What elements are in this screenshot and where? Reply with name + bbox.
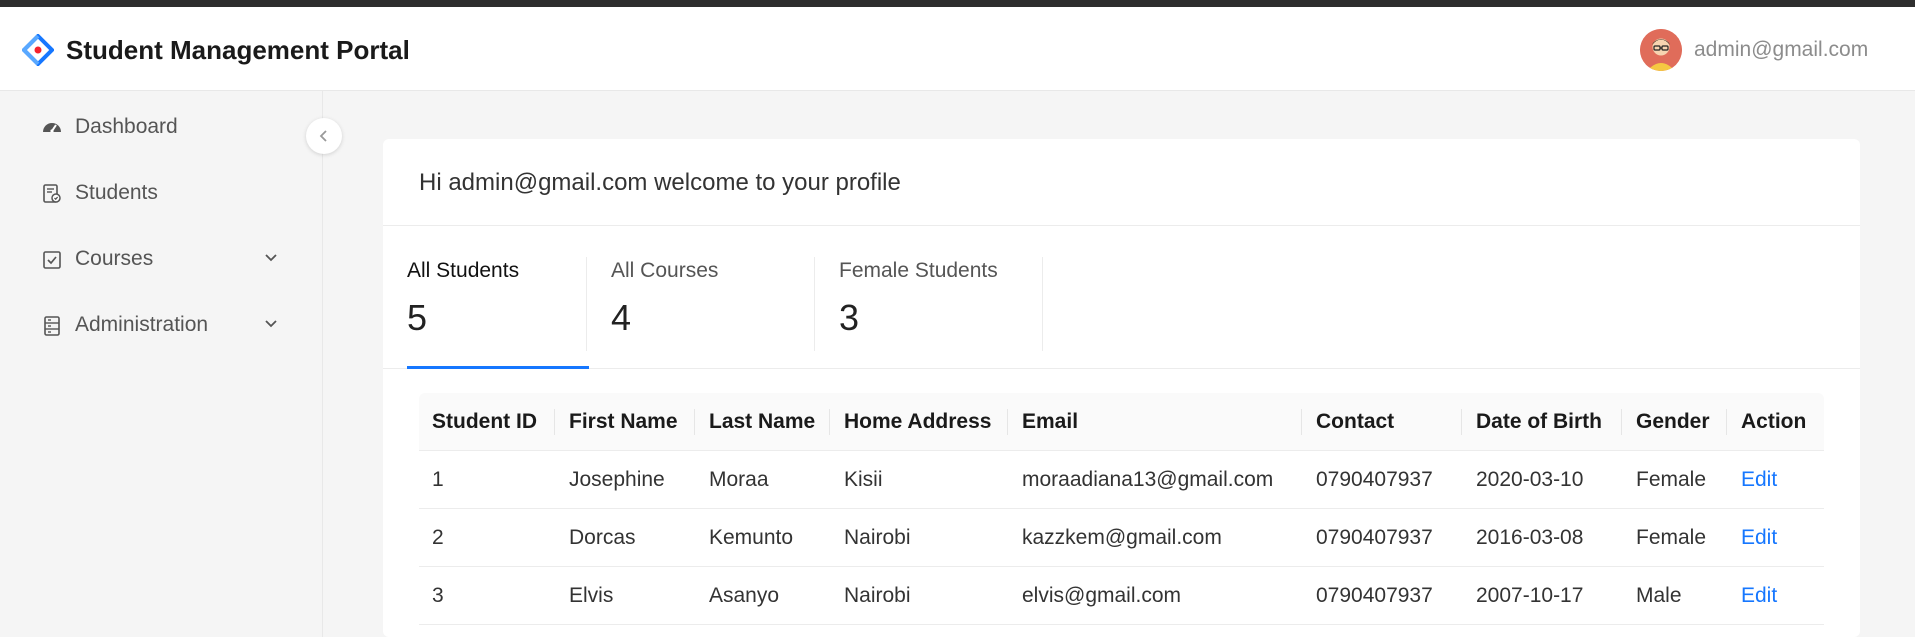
sidebar-item-administration[interactable]: Administration <box>0 299 323 351</box>
cell-gender: Female <box>1636 526 1707 549</box>
students-icon <box>43 184 61 203</box>
table-header: Student ID First Name Last Name Home Add… <box>419 393 1824 451</box>
stat-value: 4 <box>611 297 632 338</box>
table-row: 3 Elvis Asanyo Nairobi elvis@gmail.com 0… <box>419 567 1824 625</box>
column-header: Action <box>1741 410 1807 433</box>
column-header: Contact <box>1316 410 1395 433</box>
cell-first-name: Dorcas <box>569 526 636 549</box>
cell-gender: Female <box>1636 468 1707 491</box>
divider <box>383 225 1860 226</box>
sidebar-item-label: Administration <box>75 313 209 336</box>
cell-student-id: 3 <box>432 584 444 607</box>
table-row: 2 Dorcas Kemunto Nairobi kazzkem@gmail.c… <box>419 509 1824 567</box>
chevron-left-icon <box>319 130 327 142</box>
cell-contact: 0790407937 <box>1316 468 1433 491</box>
column-separator <box>829 409 830 435</box>
column-separator <box>694 409 695 435</box>
tab-all-students[interactable]: All Students 5 <box>383 257 587 373</box>
stat-value: 3 <box>839 297 860 338</box>
active-tab-indicator <box>407 366 589 369</box>
edit-link[interactable]: Edit <box>1728 509 1777 567</box>
sidebar-collapse-button[interactable] <box>306 118 342 154</box>
sidebar: Dashboard Students Courses Administratio… <box>0 91 323 637</box>
column-separator <box>1621 409 1622 435</box>
column-separator <box>1726 409 1727 435</box>
edit-link[interactable]: Edit <box>1728 567 1777 625</box>
column-header: Gender <box>1636 410 1710 433</box>
chevron-down-icon[interactable] <box>262 315 280 333</box>
table-row: 1 Josephine Moraa Kisii moraadiana13@gma… <box>419 451 1824 509</box>
profile-card: Hi admin@gmail.com welcome to your profi… <box>383 139 1860 637</box>
column-separator <box>554 409 555 435</box>
app-header: Student Management Portal admin@gmail.co… <box>0 7 1915 91</box>
stat-label: All Courses <box>611 259 719 282</box>
cell-first-name: Elvis <box>569 584 614 607</box>
courses-icon <box>43 251 61 269</box>
divider <box>1042 257 1043 351</box>
column-header: Student ID <box>432 410 537 433</box>
column-separator <box>1007 409 1008 435</box>
sidebar-item-dashboard[interactable]: Dashboard <box>0 101 323 153</box>
avatar-icon <box>1640 29 1682 71</box>
sidebar-item-label: Courses <box>75 247 154 270</box>
cell-email: kazzkem@gmail.com <box>1022 526 1222 549</box>
divider <box>383 368 1860 369</box>
stat-label: All Students <box>407 259 520 282</box>
sidebar-item-courses[interactable]: Courses <box>0 233 323 285</box>
administration-icon <box>44 316 60 336</box>
cell-student-id: 2 <box>432 526 444 549</box>
user-email[interactable]: admin@gmail.com <box>1694 36 1868 64</box>
edit-link[interactable]: Edit <box>1728 451 1777 509</box>
column-header: Home Address <box>844 410 992 433</box>
window-top-border <box>0 0 1915 7</box>
cell-email: moraadiana13@gmail.com <box>1022 468 1274 491</box>
cell-home-address: Kisii <box>844 468 883 491</box>
sidebar-item-students[interactable]: Students <box>0 167 323 219</box>
sidebar-item-label: Students <box>75 181 158 204</box>
welcome-message: Hi admin@gmail.com welcome to your profi… <box>419 169 901 196</box>
avatar[interactable] <box>1640 29 1682 71</box>
cell-first-name: Josephine <box>569 468 665 491</box>
cell-last-name: Asanyo <box>709 584 780 607</box>
cell-email: elvis@gmail.com <box>1022 584 1182 607</box>
column-separator <box>1301 409 1302 435</box>
cell-date-of-birth: 2020-03-10 <box>1476 468 1584 491</box>
cell-contact: 0790407937 <box>1316 526 1433 549</box>
cell-home-address: Nairobi <box>844 526 911 549</box>
cell-date-of-birth: 2007-10-17 <box>1476 584 1584 607</box>
cell-student-id: 1 <box>432 468 444 491</box>
column-header: Email <box>1022 410 1079 433</box>
column-separator <box>1461 409 1462 435</box>
column-header: Date of Birth <box>1476 410 1602 433</box>
tab-all-courses[interactable]: All Courses 4 <box>587 257 815 373</box>
stat-value: 5 <box>407 297 428 338</box>
app-logo-icon <box>22 34 54 66</box>
cell-last-name: Kemunto <box>709 526 794 549</box>
sidebar-item-label: Dashboard <box>75 115 178 138</box>
app-title: Student Management Portal <box>66 35 410 65</box>
column-header: First Name <box>569 410 678 433</box>
cell-date-of-birth: 2016-03-08 <box>1476 526 1584 549</box>
students-table: Student ID First Name Last Name Home Add… <box>419 393 1824 625</box>
chevron-down-icon[interactable] <box>262 249 280 267</box>
cell-gender: Male <box>1636 584 1682 607</box>
cell-contact: 0790407937 <box>1316 584 1433 607</box>
tab-female-students[interactable]: Female Students 3 <box>815 257 1043 373</box>
column-header: Last Name <box>709 410 816 433</box>
stat-label: Female Students <box>839 259 998 282</box>
cell-last-name: Moraa <box>709 468 769 491</box>
dashboard-icon <box>43 123 61 133</box>
cell-home-address: Nairobi <box>844 584 911 607</box>
